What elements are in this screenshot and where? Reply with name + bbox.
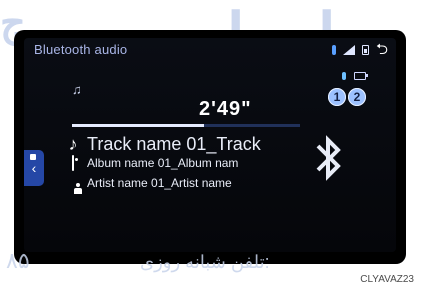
device-battery-icon bbox=[354, 72, 368, 80]
track-progress-fill bbox=[72, 124, 205, 127]
track-row: ♪ Track name 01_Track bbox=[66, 134, 261, 155]
music-note-icon: ♪ bbox=[68, 134, 78, 154]
album-row: Album name 01_Album nam bbox=[66, 155, 239, 171]
music-note-icon: ♫ bbox=[72, 82, 82, 97]
device-selector: 1 2 bbox=[328, 88, 366, 106]
artist-name: Artist name 01_Artist name bbox=[87, 176, 232, 190]
watermark-digits: ۸۵ bbox=[6, 248, 30, 273]
screen-title: Bluetooth audio bbox=[34, 42, 128, 57]
bluetooth-status-icon bbox=[331, 45, 336, 55]
device-2-button[interactable]: 2 bbox=[348, 88, 366, 106]
bluetooth-audio-screen: Bluetooth audio ⮌ 1 2 ♫ 2'49" ♪ Track na… bbox=[24, 38, 396, 252]
side-menu-square-icon bbox=[30, 154, 36, 160]
side-menu-tab[interactable]: ‹ bbox=[24, 150, 44, 186]
back-arrow-icon[interactable]: ⮌ bbox=[376, 42, 388, 57]
album-name: Album name 01_Album nam bbox=[87, 156, 239, 170]
bluetooth-connection-icon bbox=[342, 72, 346, 80]
battery-icon bbox=[361, 45, 369, 55]
artist-row: Artist name 01_Artist name bbox=[66, 176, 232, 190]
elapsed-time: 2'49" bbox=[199, 98, 252, 120]
signal-strength-icon bbox=[342, 45, 355, 55]
device-1-button[interactable]: 1 bbox=[328, 88, 346, 106]
bluetooth-icon bbox=[316, 135, 341, 181]
figure-code: CLYAVAZ23 bbox=[360, 274, 414, 285]
track-name: Track name 01_Track bbox=[87, 134, 261, 154]
track-progress-bar[interactable] bbox=[72, 124, 300, 127]
chevron-left-icon: ‹ bbox=[31, 160, 37, 176]
device-status-row bbox=[342, 72, 368, 80]
watermark-text: تلفن شبانه روزی: bbox=[140, 252, 270, 272]
album-icon bbox=[66, 155, 80, 171]
status-bar: ⮌ bbox=[331, 42, 388, 57]
